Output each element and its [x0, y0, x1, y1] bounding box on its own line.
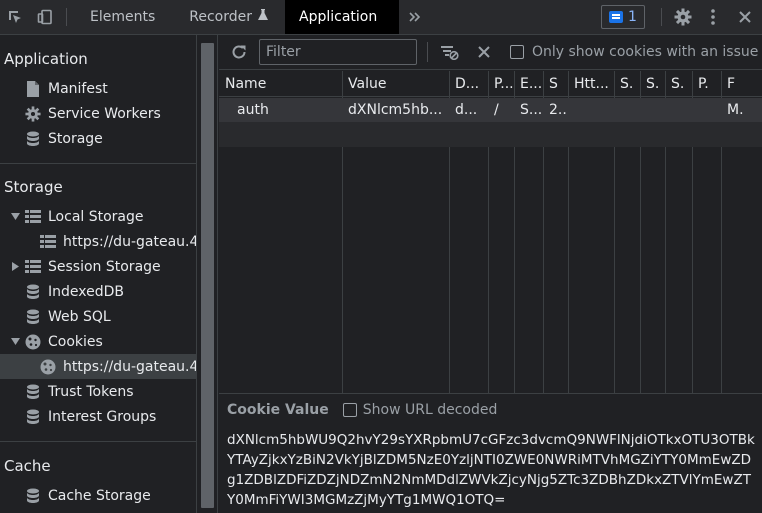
- cell-partition-key: [692, 98, 721, 122]
- column-header-sameparty[interactable]: S.: [665, 71, 692, 96]
- sidebar-item-local-storage-origin[interactable]: https://du-gateau.40: [39, 229, 196, 254]
- database-icon: [24, 487, 42, 505]
- show-url-decoded-label: Show URL decoded: [362, 402, 498, 418]
- table-grid-icon: [39, 233, 57, 251]
- inspect-element-icon[interactable]: [0, 0, 30, 34]
- sidebar-item-session-storage[interactable]: Session Storage: [10, 254, 161, 279]
- table-grid-icon: [24, 258, 42, 276]
- sidebar-item-storage[interactable]: Storage: [24, 126, 103, 151]
- issues-counter-button[interactable]: 1: [601, 5, 645, 29]
- refresh-icon[interactable]: [219, 44, 259, 60]
- column-header-value[interactable]: Value: [342, 71, 449, 96]
- column-header-path[interactable]: P...: [488, 71, 514, 96]
- sidebar-item-local-storage[interactable]: Local Storage: [10, 204, 144, 229]
- column-header-secure[interactable]: S.: [614, 71, 640, 96]
- sidebar-item-cache-storage[interactable]: Cache Storage: [24, 483, 151, 508]
- sidebar-item-indexeddb[interactable]: IndexedDB: [24, 279, 124, 304]
- column-header-domain[interactable]: D...: [449, 71, 488, 96]
- cookie-value-title: Cookie Value: [227, 402, 329, 418]
- more-tabs-icon[interactable]: [399, 0, 431, 34]
- cell-expires: S...: [520, 102, 543, 118]
- cookies-filter-toolbar: Only show cookies with an issue: [219, 35, 762, 70]
- sidebar-item-service-workers[interactable]: Service Workers: [24, 101, 161, 126]
- column-header-httponly[interactable]: Htt...: [568, 71, 614, 96]
- cookies-panel: Only show cookies with an issue Name Val…: [219, 35, 762, 513]
- device-toolbar-icon[interactable]: [30, 0, 60, 34]
- only-issue-checkbox[interactable]: [510, 45, 524, 59]
- close-icon[interactable]: [728, 0, 762, 34]
- column-header-name[interactable]: Name: [219, 71, 342, 96]
- cell-secure: [614, 98, 640, 122]
- gear-icon: [24, 105, 42, 123]
- section-header-cache: Cache: [4, 457, 51, 475]
- toolbar-divider: [661, 8, 662, 26]
- column-header-partition-key[interactable]: P.: [692, 71, 721, 96]
- expanded-triangle-icon[interactable]: [10, 337, 20, 347]
- database-icon: [24, 130, 42, 148]
- more-options-icon[interactable]: [698, 0, 728, 34]
- sidebar-item-cookies-origin[interactable]: https://du-gateau.40: [0, 354, 196, 379]
- database-icon: [24, 383, 42, 401]
- table-empty-row: [219, 122, 762, 147]
- section-header-storage: Storage: [4, 178, 63, 196]
- document-icon: [24, 80, 42, 98]
- cell-httponly: [568, 98, 614, 122]
- tab-recorder[interactable]: Recorder: [172, 0, 285, 34]
- cell-samesite: [640, 98, 665, 122]
- column-header-expires[interactable]: E...: [514, 71, 543, 96]
- sidebar-item-cookies[interactable]: Cookies: [10, 329, 103, 354]
- section-header-application: Application: [4, 50, 88, 68]
- table-header: Name Value D... P... E... S Htt... S. S.…: [219, 71, 762, 97]
- section-divider: [0, 441, 196, 442]
- only-issue-label: Only show cookies with an issue: [532, 44, 759, 60]
- devtools-toolbar: Elements Recorder Application 1: [0, 0, 762, 35]
- expanded-triangle-icon[interactable]: [10, 212, 20, 222]
- database-icon: [24, 283, 42, 301]
- issue-message-icon: [609, 11, 624, 23]
- application-sidebar: Application Manifest Service Workers Sto…: [0, 35, 196, 513]
- cookie-value-pane: Cookie Value Show URL decoded dXNlcm5hbW…: [219, 393, 762, 513]
- clear-filtered-cookies-icon[interactable]: [436, 44, 464, 60]
- database-icon: [24, 408, 42, 426]
- database-icon: [24, 308, 42, 326]
- tab-application[interactable]: Application: [285, 0, 400, 34]
- cookie-value-text[interactable]: dXNlcm5hbWU9Q2hvY29sYXRpbmU7cGFzc3dvcmQ9…: [227, 430, 755, 510]
- flask-icon: [258, 9, 269, 25]
- table-grid-icon: [24, 208, 42, 226]
- collapsed-triangle-icon[interactable]: [10, 262, 20, 272]
- toolbar-divider: [427, 42, 428, 62]
- cookie-icon: [39, 358, 57, 376]
- tab-elements[interactable]: Elements: [73, 0, 172, 34]
- sidebar-item-web-sql[interactable]: Web SQL: [24, 304, 111, 329]
- sidebar-scrollbar[interactable]: [196, 35, 218, 513]
- sidebar-item-manifest[interactable]: Manifest: [24, 76, 108, 101]
- sidebar-item-interest-groups[interactable]: Interest Groups: [24, 404, 156, 429]
- sidebar-item-trust-tokens[interactable]: Trust Tokens: [24, 379, 133, 404]
- scrollbar-thumb[interactable]: [201, 43, 214, 508]
- cell-name: auth: [237, 102, 269, 118]
- section-divider: [0, 163, 196, 164]
- cookies-table: Name Value D... P... E... S Htt... S. S.…: [219, 71, 762, 426]
- cookie-icon: [24, 333, 42, 351]
- settings-gear-icon[interactable]: [668, 0, 698, 34]
- column-header-size[interactable]: S: [543, 71, 568, 96]
- table-row[interactable]: auth dXNlcm5hb... d... / S... 2... M.: [219, 98, 762, 122]
- column-header-priority[interactable]: F: [721, 71, 762, 96]
- cell-domain: d...: [455, 102, 478, 118]
- cell-sameparty: [665, 98, 692, 122]
- cell-value: dXNlcm5hb...: [348, 102, 443, 118]
- cell-size: 2...: [549, 102, 568, 118]
- clear-all-cookies-icon[interactable]: [470, 46, 498, 58]
- column-header-samesite[interactable]: S.: [640, 71, 665, 96]
- show-url-decoded-checkbox[interactable]: [342, 403, 357, 417]
- cell-path: /: [494, 102, 499, 118]
- toolbar-divider: [66, 8, 67, 26]
- cell-priority: M.: [727, 102, 744, 118]
- filter-input[interactable]: [259, 39, 417, 65]
